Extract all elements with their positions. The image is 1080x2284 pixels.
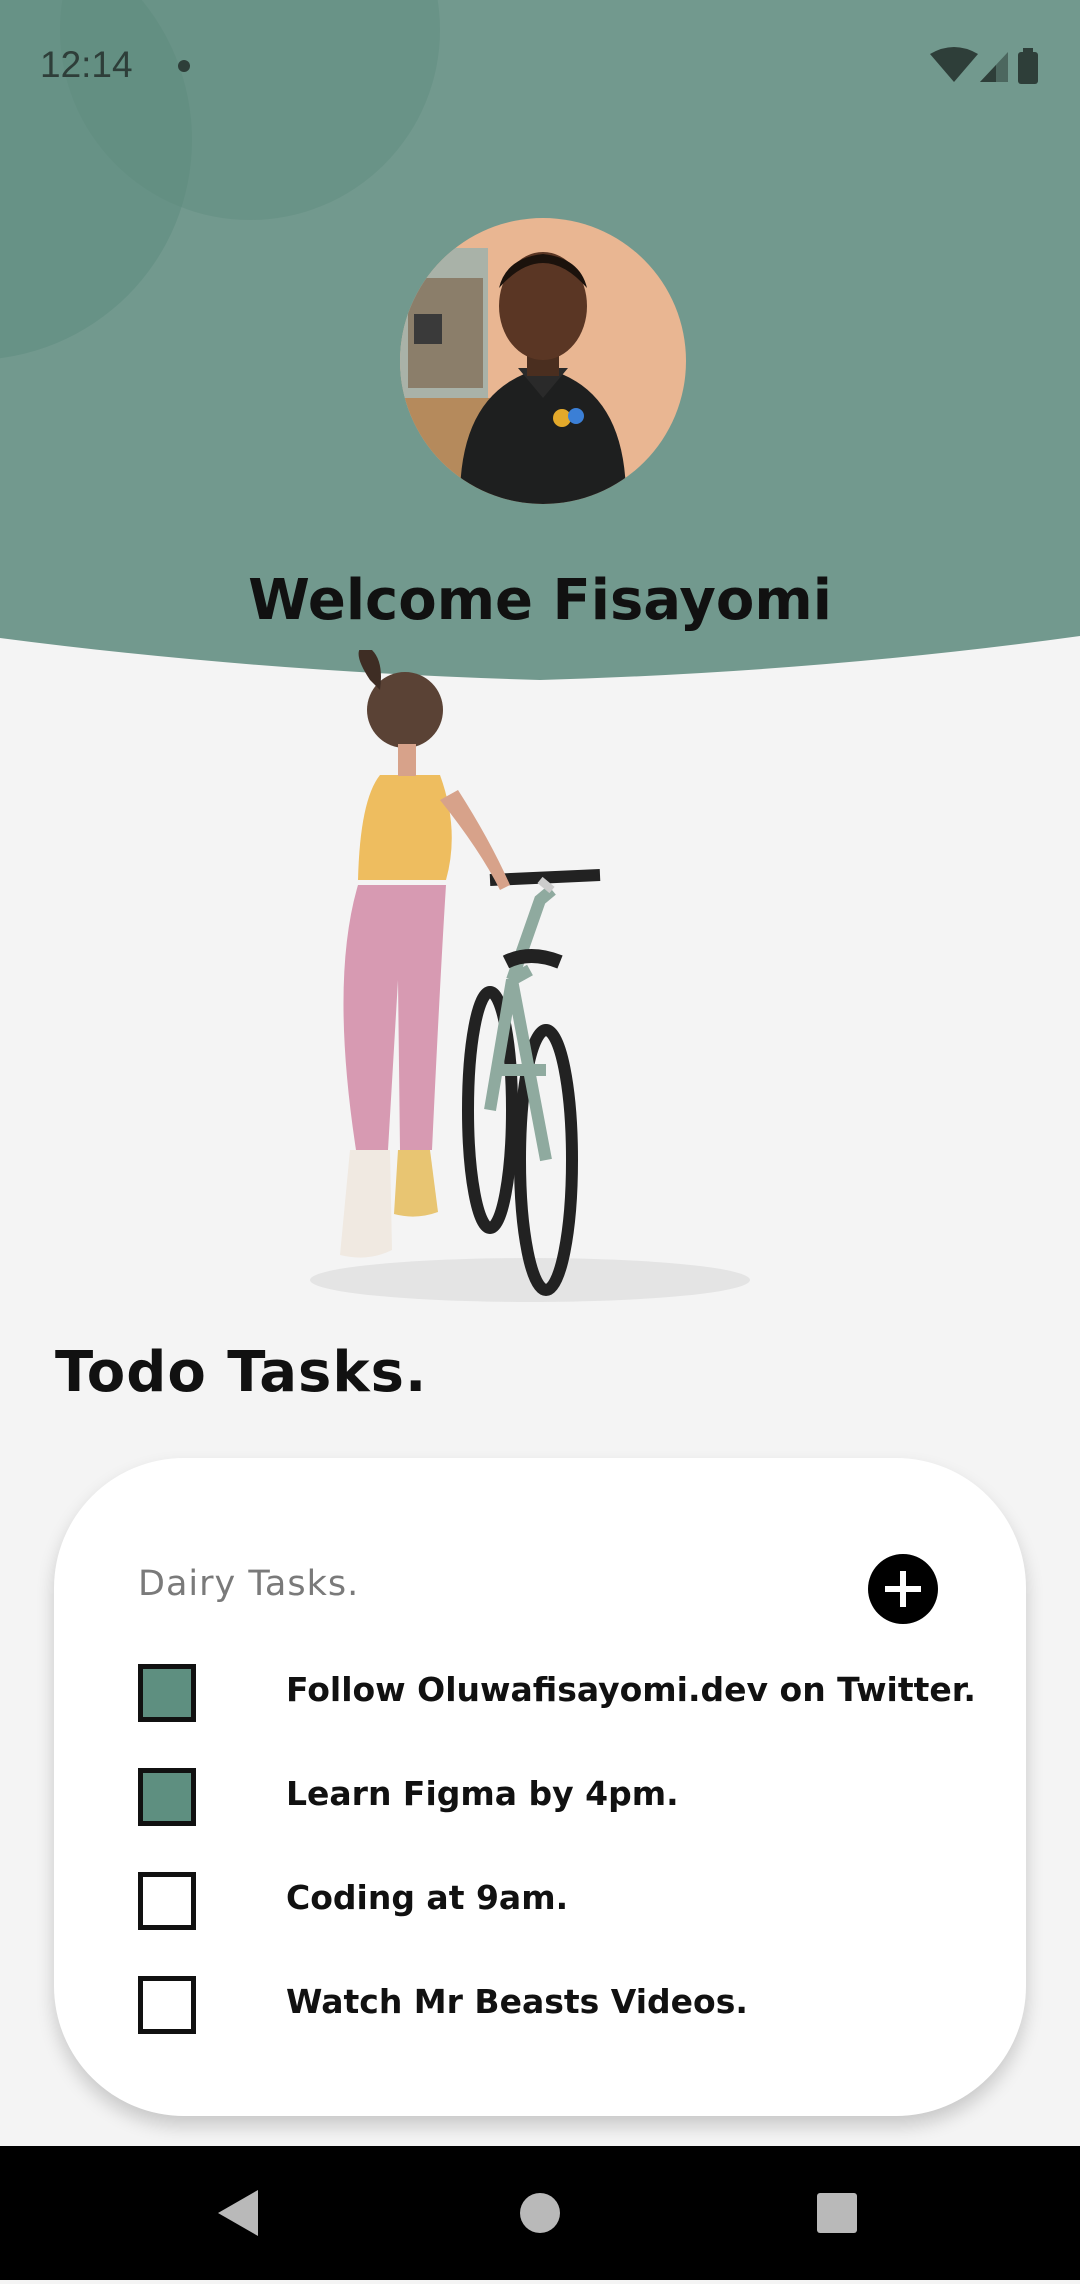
signal-icon <box>980 52 1008 82</box>
task-checkbox[interactable] <box>138 1976 196 2034</box>
girl-with-bicycle-illustration <box>310 650 750 1302</box>
welcome-title: Welcome Fisayomi <box>248 568 832 633</box>
home-icon[interactable] <box>520 2193 560 2233</box>
notification-dot-icon <box>178 60 190 72</box>
tasks-card: Dairy Tasks. Follow Oluwafisayomi.dev on… <box>54 1458 1026 2116</box>
battery-icon <box>1018 48 1038 84</box>
task-label: Follow Oluwafisayomi.dev on Twitter. <box>286 1670 976 1709</box>
card-title: Dairy Tasks. <box>138 1564 360 1604</box>
task-label: Coding at 9am. <box>286 1878 569 1917</box>
task-item[interactable]: Follow Oluwafisayomi.dev on Twitter. <box>138 1664 998 1722</box>
task-label: Learn Figma by 4pm. <box>286 1774 679 1813</box>
task-item[interactable]: Watch Mr Beasts Videos. <box>138 1976 998 2034</box>
task-item[interactable]: Learn Figma by 4pm. <box>138 1768 998 1826</box>
header: 12:14 Welcome Fisayomi <box>0 0 1080 690</box>
girl-illustration <box>340 650 510 1258</box>
recents-icon[interactable] <box>817 2193 857 2233</box>
status-icons <box>930 47 1038 84</box>
wifi-icon <box>930 47 978 82</box>
plus-icon <box>885 1571 921 1607</box>
status-bar: 12:14 <box>0 0 1080 136</box>
navigation-bar <box>0 2146 1080 2280</box>
back-icon[interactable] <box>218 2190 258 2236</box>
task-item[interactable]: Coding at 9am. <box>138 1872 998 1930</box>
add-task-button[interactable] <box>868 1554 938 1624</box>
task-checkbox[interactable] <box>138 1664 196 1722</box>
task-checkbox[interactable] <box>138 1768 196 1826</box>
profile-photo <box>400 218 686 504</box>
status-time: 12:14 <box>40 44 133 85</box>
avatar[interactable] <box>400 218 686 504</box>
task-label: Watch Mr Beasts Videos. <box>286 1982 748 2021</box>
todo-section-title: Todo Tasks. <box>55 1340 428 1405</box>
bicycle-illustration <box>462 869 601 1296</box>
task-checkbox[interactable] <box>138 1872 196 1930</box>
